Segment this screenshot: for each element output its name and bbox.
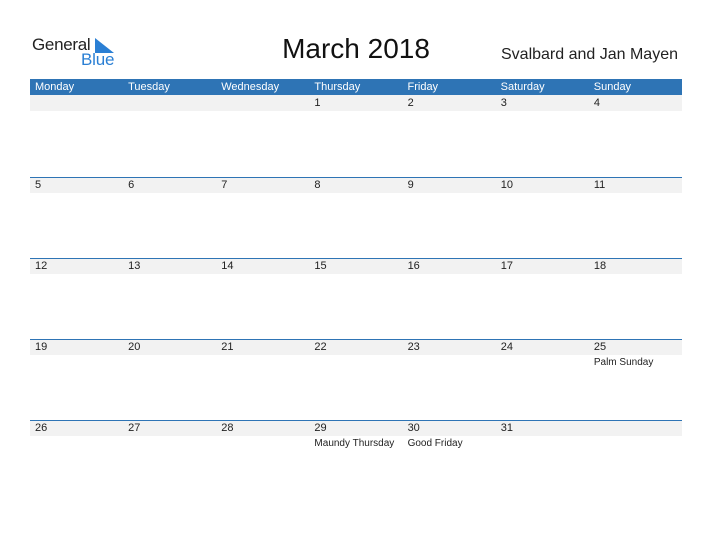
day-number: 23 [407,341,420,353]
day-number: 14 [221,260,234,272]
day-number: 3 [500,97,507,109]
weekday-header: Monday Tuesday Wednesday Thursday Friday… [30,79,682,95]
weekday-wednesday: Wednesday [221,81,280,93]
day-cell: 5 [30,177,123,258]
day-number: 17 [500,260,513,272]
day-cell: 19 [30,339,123,420]
day-cell: 29 Maundy Thursday [309,420,402,501]
day-number: 16 [407,260,420,272]
day-cell: 22 [309,339,402,420]
day-cell: 7 [216,177,309,258]
day-number: 26 [35,422,48,434]
weekday-monday: Monday [35,81,75,93]
day-cell: 3 [496,95,589,176]
day-cell: 18 [589,258,682,339]
day-cell: 17 [496,258,589,339]
day-cell: 30 Good Friday [403,420,496,501]
holiday-label: Good Friday [407,438,463,449]
day-number: 24 [500,341,513,353]
day-number: 28 [221,422,234,434]
day-cell: 27 [123,420,216,501]
day-cell: 11 [589,177,682,258]
day-cell: 8 [309,177,402,258]
weekday-friday: Friday [407,81,439,93]
week-row: 26 27 28 29 Maundy Thursday 30 Good Friday 31 [30,420,682,501]
day-cell: 13 [123,258,216,339]
week-row: 5 6 7 8 9 10 11 [30,177,682,258]
day-cell [30,95,123,176]
day-cell [216,95,309,176]
weekday-tuesday: Tuesday [128,81,170,93]
weekday-saturday: Saturday [500,81,545,93]
day-number: 2 [407,97,414,109]
weekday-sunday: Sunday [593,81,632,93]
day-cell: 10 [496,177,589,258]
day-cell: 1 [309,95,402,176]
day-cell: 26 [30,420,123,501]
day-number: 27 [128,422,141,434]
day-number: 20 [128,341,141,353]
day-number: 8 [314,179,321,191]
day-number: 10 [500,179,513,191]
day-cell: 4 [589,95,682,176]
day-number: 29 [314,422,327,434]
day-number: 9 [407,179,414,191]
country-name: Svalbard and Jan Mayen [501,46,678,63]
day-cell: 25 Palm Sunday [589,339,682,420]
holiday-label: Maundy Thursday [314,438,395,449]
day-number: 11 [593,179,606,191]
day-cell: 31 [496,420,589,501]
day-number: 25 [593,341,607,353]
day-number: 7 [221,179,228,191]
day-cell: 12 [30,258,123,339]
day-number: 15 [314,260,327,272]
day-cell [123,95,216,176]
day-cell: 14 [216,258,309,339]
day-cell: 6 [123,177,216,258]
day-number: 31 [500,422,513,434]
day-number: 13 [128,260,141,272]
day-cell: 24 [496,339,589,420]
day-cell: 20 [123,339,216,420]
day-cell: 15 [309,258,402,339]
day-cell: 21 [216,339,309,420]
weekday-thursday: Thursday [314,81,361,93]
day-cell: 28 [216,420,309,501]
holiday-label: Palm Sunday [593,357,654,368]
day-number: 5 [35,179,42,191]
day-number: 6 [128,179,135,191]
day-cell: 16 [403,258,496,339]
day-number: 4 [593,97,600,109]
day-cell: 2 [403,95,496,176]
week-row: 19 20 21 22 23 24 25 Palm Sunday [30,339,682,420]
day-number: 19 [35,341,48,353]
day-cell: 9 [403,177,496,258]
week-row: 12 13 14 15 16 17 18 [30,258,682,339]
day-number: 12 [35,260,48,272]
day-cell: 23 [403,339,496,420]
day-number: 22 [314,341,327,353]
day-number: 21 [221,341,234,353]
week-row: 1 2 3 4 [30,95,682,176]
day-number: 30 [407,422,420,434]
day-cell [589,420,682,501]
day-number: 1 [314,97,321,109]
day-number: 18 [593,260,607,272]
